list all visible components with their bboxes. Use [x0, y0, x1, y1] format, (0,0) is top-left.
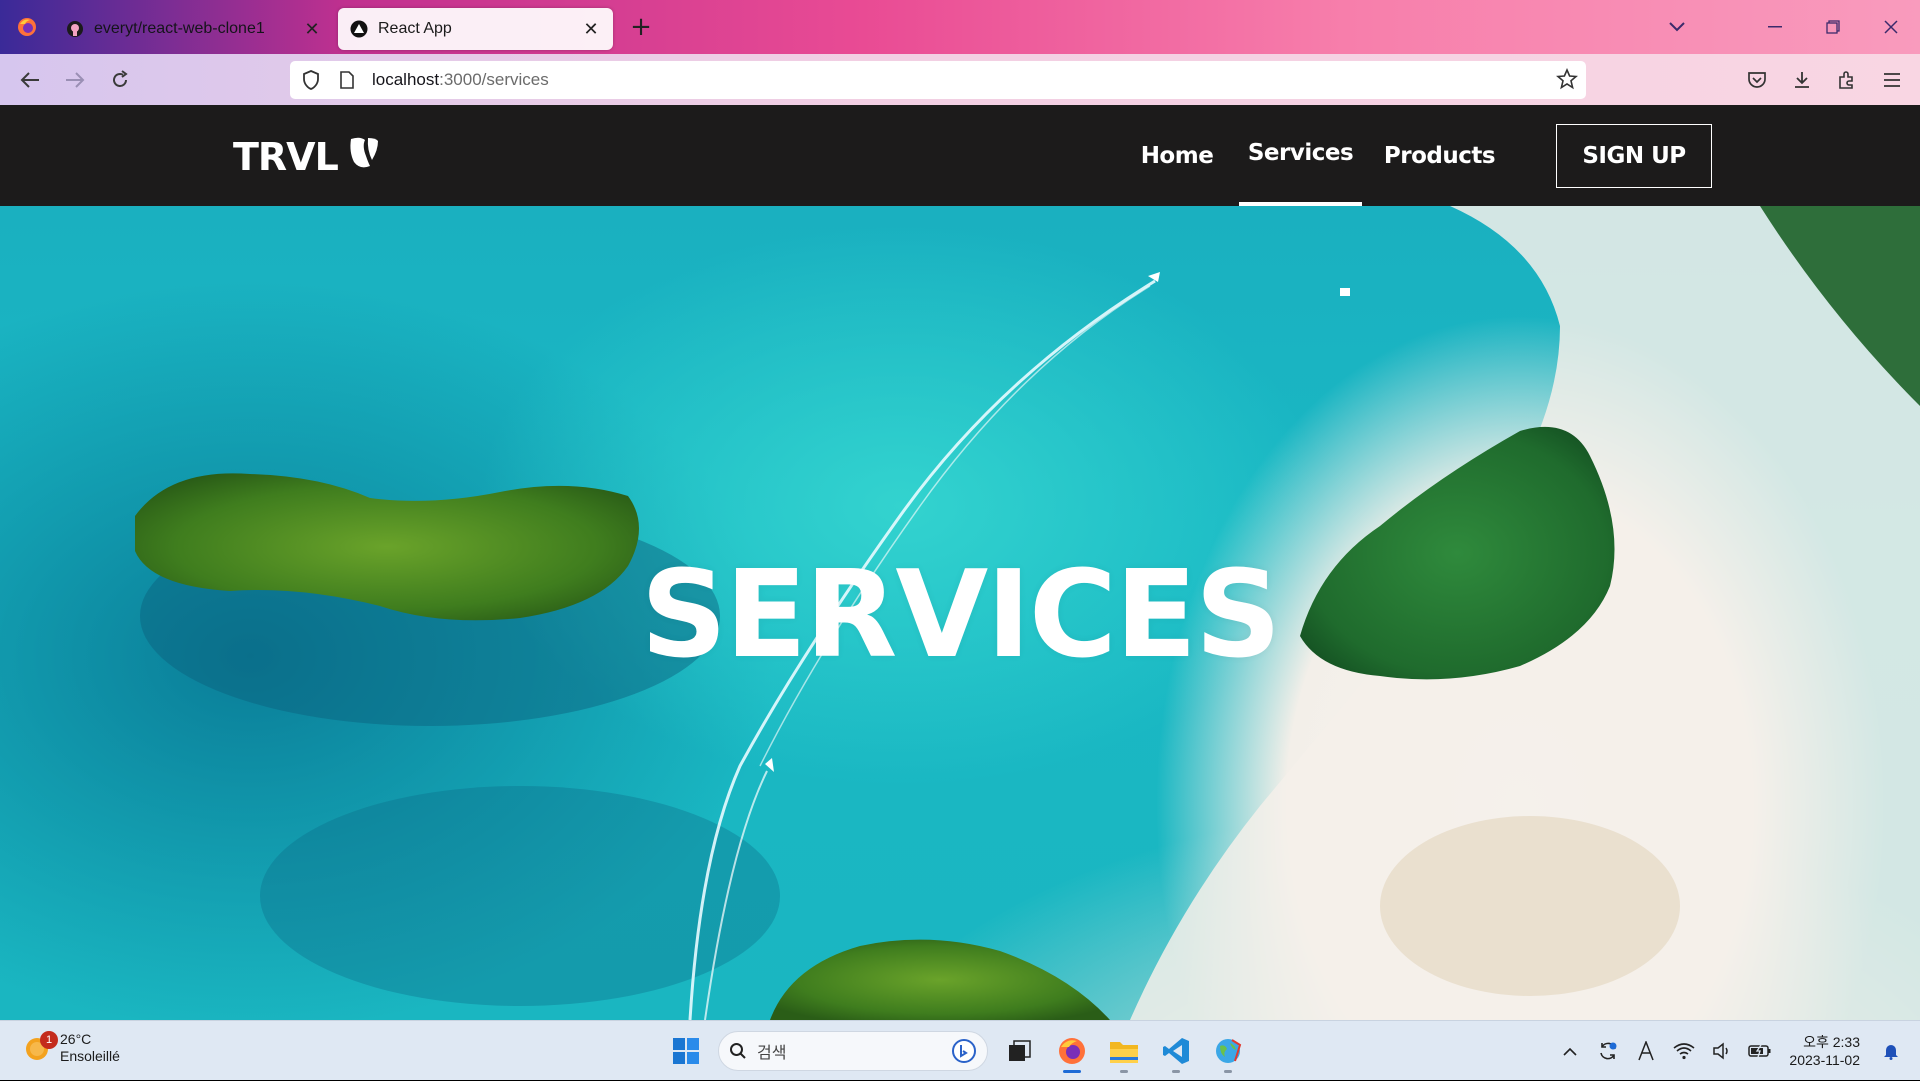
tab-label: everyt/react-web-clone1 [94, 20, 265, 37]
typo3-logo-icon [348, 135, 380, 179]
url-text: localhost:3000/services [372, 70, 549, 90]
weather-desc: Ensoleillé [60, 1048, 120, 1064]
hero-section: SERVICES [0, 206, 1920, 1020]
running-indicator [1120, 1070, 1128, 1073]
list-all-tabs-icon[interactable] [1648, 0, 1706, 54]
task-view-icon[interactable] [994, 1027, 1046, 1075]
browser-tab-strip: everyt/react-web-clone1 ✕ React App ✕ + [0, 0, 1920, 54]
windows-taskbar: 1 26°C Ensoleillé 검색 오후 2:33 2023-11-02 [0, 1020, 1920, 1080]
sign-up-button[interactable]: SIGN UP [1556, 124, 1712, 188]
site-logo[interactable]: TRVL [233, 135, 380, 179]
hamburger-menu-icon[interactable] [1869, 57, 1914, 102]
close-tab-icon[interactable]: ✕ [581, 19, 601, 39]
taskbar-search-input[interactable]: 검색 [718, 1031, 988, 1071]
extensions-icon[interactable] [1824, 57, 1869, 102]
url-host: localhost [372, 70, 440, 89]
tab-react-app[interactable]: React App ✕ [338, 8, 613, 50]
forward-arrow-icon[interactable] [52, 57, 97, 102]
browser-toolbar: localhost:3000/services [0, 54, 1920, 105]
react-app-icon [350, 20, 368, 38]
weather-widget[interactable]: 1 26°C Ensoleillé [24, 1031, 120, 1065]
battery-icon[interactable] [1741, 1031, 1779, 1071]
window-controls [1648, 0, 1920, 54]
tab-label: React App [378, 20, 452, 37]
bing-chat-icon[interactable] [951, 1038, 977, 1064]
reload-icon[interactable] [97, 57, 142, 102]
clock-time: 오후 2:33 [1803, 1034, 1860, 1050]
address-bar[interactable]: localhost:3000/services [290, 61, 1586, 99]
site-navbar: TRVL Home Services Products SIGN UP [0, 105, 1920, 206]
page-info-icon[interactable] [332, 71, 362, 89]
logo-text: TRVL [233, 135, 339, 179]
web-page: TRVL Home Services Products SIGN UP SERV… [0, 105, 1920, 1020]
toolbar-right [1734, 54, 1920, 105]
bookmark-star-icon[interactable] [1556, 67, 1578, 95]
tab-github[interactable]: everyt/react-web-clone1 ✕ [54, 8, 334, 50]
minimize-icon[interactable] [1746, 0, 1804, 54]
tracking-shield-icon[interactable] [296, 70, 326, 90]
clock-date: 2023-11-02 [1789, 1052, 1860, 1068]
running-indicator [1224, 1070, 1232, 1073]
pocket-icon[interactable] [1734, 57, 1779, 102]
close-window-icon[interactable] [1862, 0, 1920, 54]
weather-temp: 26°C [60, 1031, 92, 1047]
hero-title: SERVICES [640, 546, 1282, 685]
running-indicator [1172, 1070, 1180, 1073]
search-placeholder: 검색 [757, 1045, 787, 1062]
back-arrow-icon[interactable] [7, 57, 52, 102]
downloads-icon[interactable] [1779, 57, 1824, 102]
weather-text: 26°C Ensoleillé [60, 1031, 120, 1065]
firefox-icon [18, 18, 36, 36]
firefox-menu-button[interactable] [0, 0, 54, 54]
firefox-taskbar-icon[interactable] [1046, 1027, 1098, 1075]
new-tab-button[interactable]: + [621, 7, 661, 47]
weather-badge: 1 [40, 1031, 58, 1049]
taskbar-apps: 검색 [660, 1027, 1254, 1075]
system-clock[interactable]: 오후 2:33 2023-11-02 [1789, 1033, 1860, 1069]
github-icon [67, 21, 83, 37]
nav-link-services[interactable]: Services [1239, 105, 1362, 206]
sun-icon: 1 [24, 1031, 58, 1061]
file-explorer-icon[interactable] [1098, 1027, 1150, 1075]
running-indicator [1063, 1070, 1081, 1073]
search-icon [730, 1043, 746, 1059]
nav-link-home[interactable]: Home [1130, 105, 1224, 206]
volume-icon[interactable] [1703, 1031, 1741, 1071]
restore-icon[interactable] [1804, 0, 1862, 54]
vscode-icon[interactable] [1150, 1027, 1202, 1075]
chevron-up-icon[interactable] [1551, 1031, 1589, 1071]
wifi-icon[interactable] [1665, 1031, 1703, 1071]
windows-start-icon[interactable] [660, 1027, 712, 1075]
close-tab-icon[interactable]: ✕ [302, 19, 322, 39]
globe-app-icon[interactable] [1202, 1027, 1254, 1075]
url-path: :3000/services [439, 70, 549, 89]
system-tray: 오후 2:33 2023-11-02 [1551, 1021, 1920, 1081]
notification-bell-icon[interactable] [1872, 1031, 1910, 1071]
sync-icon[interactable] [1589, 1031, 1627, 1071]
ime-language-icon[interactable] [1627, 1031, 1665, 1071]
nav-link-products[interactable]: Products [1378, 105, 1501, 206]
